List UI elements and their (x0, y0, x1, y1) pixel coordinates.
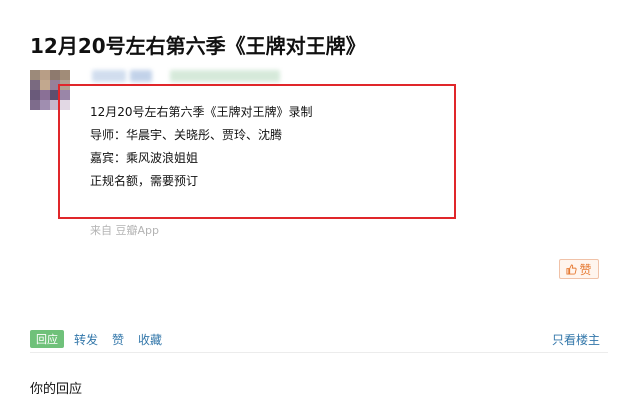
post-line-guests: 嘉宾：乘风波浪姐姐 (90, 151, 199, 165)
thumb-up-icon (566, 263, 578, 275)
author-meta-blurred (130, 70, 152, 82)
collect-link[interactable]: 收藏 (138, 331, 162, 348)
post-line-recording: 12月20号左右第六季《王牌对王牌》录制 (90, 105, 313, 119)
post-date-blurred (170, 70, 280, 82)
divider (30, 352, 608, 353)
your-reply-heading: 你的回应 (30, 382, 83, 397)
like-button[interactable]: 赞 (559, 259, 599, 279)
author-name-blurred[interactable] (92, 70, 126, 82)
post-title: 12月20号左右第六季《王牌对王牌》 (30, 34, 366, 58)
post-source: 来自 豆瓣App (90, 224, 159, 237)
post-line-booking: 正规名额，需要预订 (90, 174, 199, 188)
op-only-link[interactable]: 只看楼主 (552, 331, 600, 348)
repost-link[interactable]: 转发 (74, 331, 98, 348)
like-link[interactable]: 赞 (112, 331, 124, 348)
post-line-mentors: 导师：华晨宇、关晓彤、贾玲、沈腾 (90, 128, 283, 142)
like-button-label: 赞 (579, 262, 592, 277)
post-actions-bar: 回应 转发 赞 收藏 (30, 330, 176, 348)
reply-button[interactable]: 回应 (30, 330, 64, 348)
